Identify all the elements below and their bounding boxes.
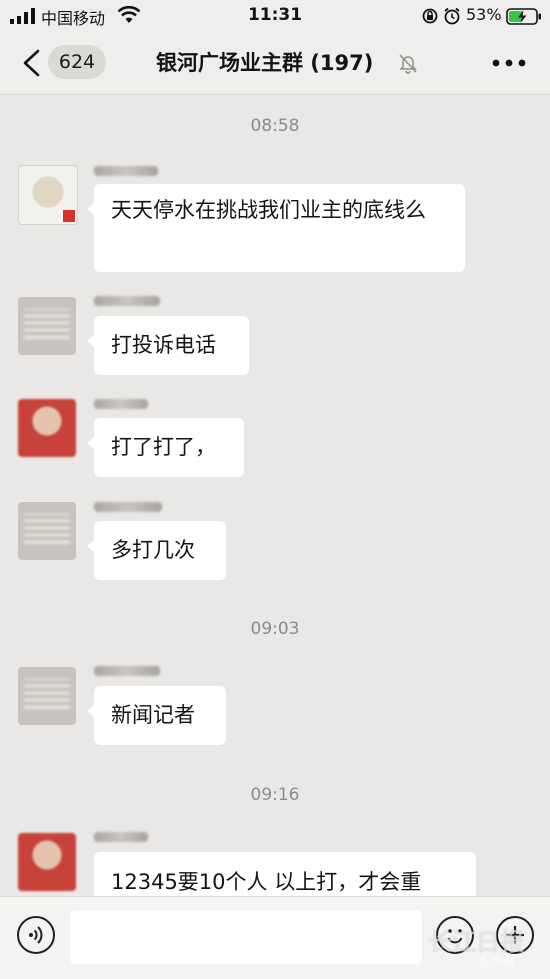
avatar[interactable] — [18, 833, 76, 891]
sender-name-blurred — [94, 296, 160, 306]
message-timestamp: 09:16 — [250, 785, 300, 805]
battery-percentage: 53% — [466, 5, 502, 24]
voice-input-button[interactable] — [17, 916, 55, 954]
message-timestamp: 08:58 — [250, 116, 300, 136]
battery-charging-icon — [506, 8, 541, 25]
avatar-badge — [63, 210, 75, 222]
message-timestamp: 09:03 — [250, 619, 300, 639]
back-arrow-icon[interactable] — [20, 49, 42, 77]
message-bubble[interactable]: 多打几次 — [87, 521, 226, 580]
sender-name-blurred — [94, 832, 148, 842]
more-options-icon[interactable] — [492, 59, 526, 67]
chat-header: 624 银河广场业主群 (197) — [0, 32, 550, 95]
sender-name-blurred — [94, 399, 148, 409]
sender-name-blurred — [94, 166, 158, 176]
message-bubble[interactable]: 打了打了， — [87, 418, 244, 477]
voice-wave-icon — [29, 926, 43, 944]
rotation-lock-icon — [422, 8, 438, 24]
avatar[interactable] — [18, 297, 76, 355]
mute-bell-icon — [399, 54, 417, 74]
message-bubble[interactable]: 打投诉电话 — [87, 316, 249, 375]
message-bubble[interactable]: 天天停水在挑战我们业主的底线么 — [87, 184, 465, 272]
avatar[interactable] — [18, 399, 76, 457]
sender-name-blurred — [94, 666, 160, 676]
watermark-subtext: 客户端 — [478, 955, 515, 969]
watermark-logo: 长江日报 — [428, 928, 524, 956]
alarm-icon — [444, 7, 460, 25]
message-bubble[interactable]: 新闻记者 — [87, 686, 226, 745]
sender-name-blurred — [94, 502, 162, 512]
message-text-input[interactable] — [70, 910, 422, 964]
group-chat-title: 银河广场业主群 (197) — [156, 51, 374, 75]
avatar[interactable] — [18, 667, 76, 725]
avatar[interactable] — [18, 502, 76, 560]
unread-count-badge[interactable]: 624 — [48, 45, 106, 79]
avatar[interactable] — [18, 165, 78, 225]
status-bar: 中国移动 11:31 53% — [0, 0, 550, 32]
